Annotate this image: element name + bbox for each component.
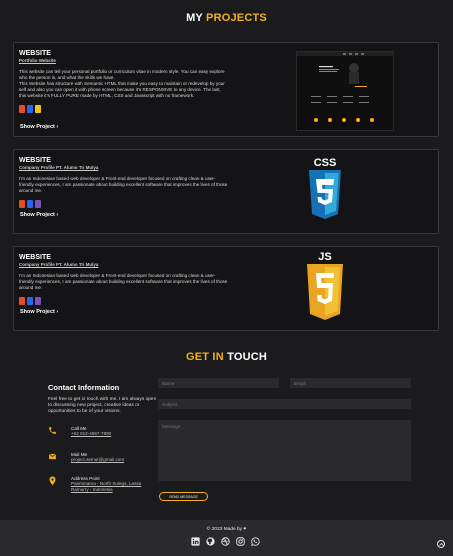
- github-icon[interactable]: [206, 537, 215, 546]
- show-project-link[interactable]: Show Project ›: [20, 309, 58, 315]
- project-subtitle: Company Profile PT. Alumo Tri Mulya: [19, 262, 99, 267]
- mail-row: Mail Me project.semut@gmail.com: [48, 452, 124, 463]
- project-description: I'm an Indonesian based web developer & …: [19, 176, 228, 193]
- dribbble-icon[interactable]: [221, 537, 230, 546]
- project-title: WEBSITE: [19, 50, 51, 57]
- html5-icon: [19, 200, 25, 208]
- address-row: Address Point Panmmama - North Sulegs, L…: [48, 476, 151, 493]
- tech-stack: [19, 297, 229, 305]
- css3-icon: [27, 297, 33, 305]
- copyright-text: © 2023 Made by ♥: [206, 527, 247, 532]
- badge-label: CSS: [314, 157, 337, 169]
- css3-icon: [27, 105, 33, 113]
- phone-icon: [49, 427, 56, 434]
- whatsapp-icon[interactable]: [251, 537, 260, 546]
- social-links: [191, 537, 260, 546]
- projects-heading-a: MY: [186, 12, 203, 24]
- phone-link[interactable]: +62 812-4567-7890: [71, 431, 111, 437]
- css3-icon: [27, 200, 33, 208]
- project-thumbnail: [296, 51, 394, 131]
- show-project-link[interactable]: Show Project ›: [20, 212, 58, 218]
- contact-info-text: Feel free to get in touch with me. I am …: [48, 397, 157, 414]
- tech-stack: [19, 105, 229, 113]
- email-link[interactable]: project.semut@gmail.com: [71, 457, 124, 463]
- subject-input[interactable]: [158, 399, 411, 409]
- contact-heading: GET IN TOUCH: [0, 351, 453, 363]
- bootstrap-icon: [35, 297, 41, 305]
- css3-logo-icon: CSS: [307, 157, 343, 230]
- contact-info: Contact Information Feel free to get in …: [48, 383, 158, 415]
- js-icon: [35, 105, 41, 113]
- project-description: I'm an Indonesian based web developer & …: [19, 273, 228, 290]
- projects-heading: MY PROJECTS: [0, 12, 453, 24]
- linkedin-icon[interactable]: [191, 537, 200, 546]
- project-title: WEBSITE: [19, 254, 51, 261]
- send-message-button[interactable]: SEND MESSAGE: [159, 492, 208, 501]
- project-description: This website can tell your personal port…: [19, 69, 225, 98]
- instagram-icon[interactable]: [236, 537, 245, 546]
- contact-heading-b: TOUCH: [227, 351, 268, 363]
- call-row: Call Me +62 812-4567-7890: [48, 426, 111, 437]
- back-to-top-button[interactable]: [437, 540, 445, 548]
- show-project-link[interactable]: Show Project ›: [20, 124, 58, 130]
- email-input[interactable]: [290, 378, 411, 388]
- project-subtitle: Company Profile PT. Alumo Tri Mulya: [19, 165, 99, 170]
- html5-icon: [19, 297, 25, 305]
- address-value: Panmmama - North Sulegs, Lassa Ramurry -…: [71, 481, 142, 492]
- bootstrap-icon: [35, 200, 41, 208]
- badge-label: JS: [318, 251, 331, 263]
- website-preview-image: [297, 52, 393, 122]
- html5-icon: [19, 105, 25, 113]
- send-message-label: SEND MESSAGE: [169, 494, 198, 499]
- contact-info-title: Contact Information: [48, 383, 120, 392]
- projects-heading-b: PROJECTS: [206, 12, 267, 24]
- project-subtitle: Portfolio Website: [19, 58, 56, 63]
- contact-heading-a: GET IN: [185, 351, 224, 363]
- message-textarea[interactable]: [158, 420, 411, 481]
- chevron-up-icon: [438, 542, 444, 546]
- js-logo-icon: JS: [305, 250, 345, 331]
- mail-icon: [48, 453, 57, 460]
- footer: © 2023 Made by ♥: [0, 520, 453, 556]
- project-card: WEBSITE Company Profile PT. Alumo Tri Mu…: [13, 149, 439, 234]
- project-title: WEBSITE: [19, 157, 51, 164]
- project-card: WEBSITE Portfolio Website This website c…: [13, 42, 439, 137]
- project-card: WEBSITE Company Profile PT. Alumo Tri Mu…: [13, 246, 439, 331]
- tech-stack: [19, 200, 229, 208]
- location-pin-icon: [49, 476, 56, 486]
- name-input[interactable]: [158, 378, 279, 388]
